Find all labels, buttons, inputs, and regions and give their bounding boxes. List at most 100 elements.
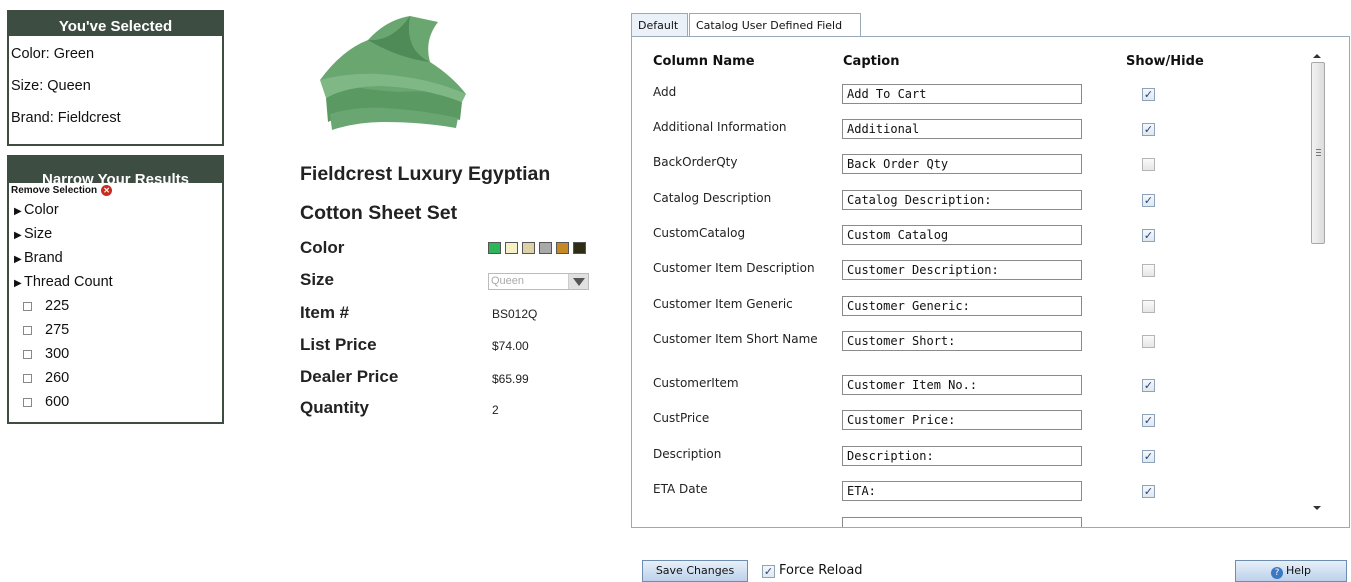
tab-catalog-user-defined-field[interactable]: Catalog User Defined Field (689, 13, 861, 37)
row-column-name: ETA Date (653, 482, 708, 496)
item-value: BS012Q (492, 307, 538, 321)
scroll-up-icon[interactable] (1313, 54, 1321, 58)
caption-input[interactable]: Customer Generic: (842, 296, 1082, 316)
scroll-down-icon[interactable] (1313, 506, 1321, 510)
color-swatch[interactable] (522, 242, 535, 254)
facet-label: Brand (24, 250, 63, 266)
save-changes-button[interactable]: Save Changes (642, 560, 748, 582)
force-reload-label: Force Reload (779, 563, 863, 578)
row-column-name: Customer Item Description (653, 261, 815, 275)
list-price-value: $74.00 (492, 339, 529, 353)
caption-input[interactable]: Customer Short: (842, 331, 1082, 351)
show-hide-checkbox[interactable]: ✓ (1142, 158, 1155, 171)
show-hide-header: Show/Hide (1126, 54, 1204, 69)
color-swatch[interactable] (573, 242, 586, 254)
row-column-name: CustPrice (653, 411, 710, 425)
narrow-results-panel: Narrow Your Results Remove Selection ✕ ▶… (7, 155, 224, 424)
scroll-thumb[interactable] (1311, 62, 1325, 244)
help-button[interactable]: ? Help (1235, 560, 1347, 582)
row-column-name: Additional Information (653, 120, 787, 134)
row-column-name: CustomCatalog (653, 226, 746, 240)
checkbox[interactable] (23, 325, 32, 335)
caption-input[interactable]: Custom Catalog (842, 225, 1082, 245)
size-label: Size (300, 270, 335, 289)
thread-count-option[interactable]: 275 (9, 318, 222, 342)
thread-count-option[interactable]: 300 (9, 342, 222, 366)
color-swatch[interactable] (488, 242, 501, 254)
product-image (320, 16, 466, 130)
checkbox[interactable] (23, 349, 32, 359)
vertical-scrollbar[interactable] (1309, 51, 1327, 525)
item-label: Item # (300, 303, 350, 322)
facet-color[interactable]: ▶ Color (9, 198, 222, 222)
show-hide-checkbox[interactable]: ✓ (1142, 194, 1155, 207)
thread-count-option[interactable]: 600 (9, 390, 222, 414)
caption-input[interactable]: Customer Price: (842, 410, 1082, 430)
show-hide-checkbox[interactable]: ✓ (1142, 300, 1155, 313)
row-column-name: Add (653, 85, 677, 99)
thread-count-option[interactable]: 260 (9, 366, 222, 390)
option-label: 300 (45, 346, 70, 362)
narrow-results-header: Narrow Your Results (9, 157, 222, 188)
row-column-name: CustomerItem (653, 376, 739, 390)
show-hide-checkbox[interactable]: ✓ (1142, 229, 1155, 242)
selected-color: Color: Green (11, 46, 95, 62)
force-reload-checkbox[interactable]: ✓ (762, 565, 775, 578)
size-select[interactable]: Queen (488, 273, 589, 290)
facet-thread-count[interactable]: ▶ Thread Count (9, 270, 222, 294)
option-label: 600 (45, 394, 70, 410)
caption-input[interactable]: Add To Cart (842, 84, 1082, 104)
option-label: 275 (45, 322, 70, 338)
quantity-value: 2 (492, 403, 499, 417)
show-hide-checkbox[interactable]: ✓ (1142, 450, 1155, 463)
show-hide-checkbox[interactable]: ✓ (1142, 88, 1155, 101)
dealer-price-label: Dealer Price (300, 367, 399, 386)
product-title-line2: Cotton Sheet Set (300, 202, 458, 224)
facet-label: Color (24, 202, 59, 218)
checkbox[interactable] (23, 397, 32, 407)
size-select-value: Queen (491, 275, 525, 287)
tab-default[interactable]: Default (631, 13, 688, 37)
color-swatch[interactable] (556, 242, 569, 254)
facet-size[interactable]: ▶ Size (9, 222, 222, 246)
show-hide-checkbox[interactable]: ✓ (1142, 335, 1155, 348)
facet-label: Thread Count (24, 274, 113, 290)
help-icon: ? (1270, 567, 1283, 579)
selected-filters-panel: You've Selected Color: Green Size: Queen… (7, 10, 224, 146)
caption-input[interactable]: Back Order Qty (842, 154, 1082, 174)
caption-header: Caption (843, 54, 900, 69)
chevron-down-icon[interactable] (568, 274, 588, 289)
show-hide-checkbox[interactable]: ✓ (1142, 379, 1155, 392)
caption-input[interactable]: Catalog Description: (842, 190, 1082, 210)
dealer-price-value: $65.99 (492, 372, 529, 386)
caption-input[interactable]: Customer Item No.: (842, 375, 1082, 395)
option-label: 225 (45, 298, 70, 314)
option-label: 260 (45, 370, 70, 386)
selected-filters-header: You've Selected (9, 12, 222, 36)
row-column-name: Description (653, 447, 722, 461)
show-hide-checkbox[interactable]: ✓ (1142, 414, 1155, 427)
checkbox[interactable] (23, 301, 32, 311)
row-column-name: Customer Item Generic (653, 297, 793, 311)
triangle-right-icon: ▶ (14, 278, 22, 289)
caption-input-partial[interactable] (842, 517, 1082, 527)
show-hide-checkbox[interactable]: ✓ (1142, 123, 1155, 136)
caption-input[interactable]: ETA: (842, 481, 1082, 501)
row-column-name: BackOrderQty (653, 155, 738, 169)
caption-input[interactable]: Additional (842, 119, 1082, 139)
color-label: Color (300, 238, 345, 257)
color-swatch[interactable] (505, 242, 518, 254)
facet-brand[interactable]: ▶ Brand (9, 246, 222, 270)
color-swatch[interactable] (539, 242, 552, 254)
checkbox[interactable] (23, 373, 32, 383)
thread-count-option[interactable]: 225 (9, 294, 222, 318)
triangle-right-icon: ▶ (14, 230, 22, 241)
show-hide-checkbox[interactable]: ✓ (1142, 264, 1155, 277)
caption-input[interactable]: Description: (842, 446, 1082, 466)
remove-selection-label: Remove Selection (11, 184, 98, 196)
show-hide-checkbox[interactable]: ✓ (1142, 485, 1155, 498)
selected-brand: Brand: Fieldcrest (11, 110, 121, 126)
caption-input[interactable]: Customer Description: (842, 260, 1082, 280)
remove-icon[interactable]: ✕ (101, 185, 113, 196)
grip-icon (1316, 149, 1321, 156)
